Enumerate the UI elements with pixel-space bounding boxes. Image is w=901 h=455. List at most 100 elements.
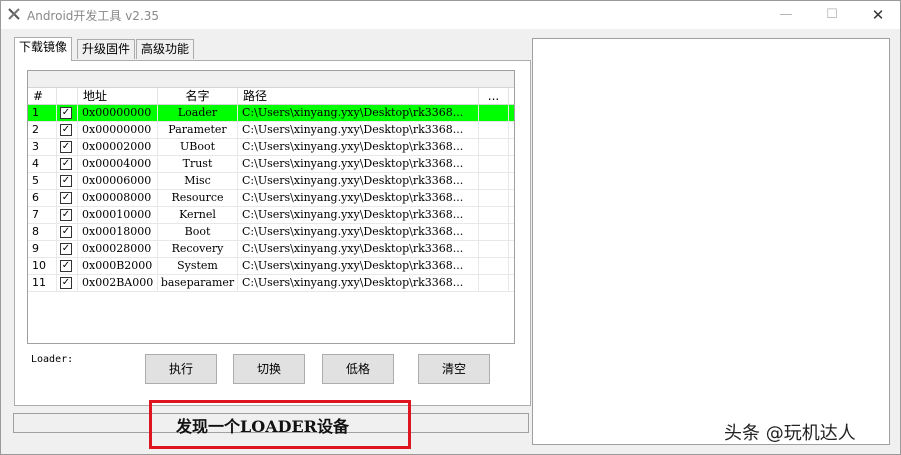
app-window: Android开发工具 v2.35 — ☐ ✕ 下载镜像 升级固件 高级功能 #… [0, 0, 901, 455]
row-checkbox-cell: ✓ [57, 156, 78, 172]
tab-upgrade-firmware[interactable]: 升级固件 [77, 39, 136, 59]
row-checkbox-cell: ✓ [57, 275, 78, 291]
row-index: 5 [28, 173, 57, 189]
row-path: C:\Users\xinyang.yxy\Desktop\rk3368... [238, 156, 479, 172]
row-address: 0x00018000 [78, 224, 158, 240]
row-index: 4 [28, 156, 57, 172]
table-row[interactable]: 4 ✓ 0x00004000 Trust C:\Users\xinyang.yxy\De… [28, 156, 514, 173]
row-path: C:\Users\xinyang.yxy\Desktop\rk3368... [238, 190, 479, 206]
table-row[interactable]: 10 ✓ 0x000B2000 System C:\Users\xinyang.yxy\… [28, 258, 514, 275]
table-row[interactable]: 11 ✓ 0x002BA000 baseparamer C:\Users\xinyang… [28, 275, 514, 292]
log-panel[interactable] [532, 38, 890, 445]
row-index: 7 [28, 207, 57, 223]
row-name: Parameter [158, 122, 238, 138]
row-checkbox-cell: ✓ [57, 122, 78, 138]
table-row[interactable]: 3 ✓ 0x00002000 UBoot C:\Users\xinyang.yxy\De… [28, 139, 514, 156]
row-more [479, 105, 509, 121]
row-checkbox[interactable]: ✓ [60, 141, 72, 153]
row-checkbox-cell: ✓ [57, 258, 78, 274]
row-path: C:\Users\xinyang.yxy\Desktop\rk3368... [238, 275, 479, 291]
row-path: C:\Users\xinyang.yxy\Desktop\rk3368... [238, 173, 479, 189]
row-checkbox[interactable]: ✓ [60, 175, 72, 187]
row-path: C:\Users\xinyang.yxy\Desktop\rk3368... [238, 139, 479, 155]
row-checkbox[interactable]: ✓ [60, 192, 72, 204]
row-name: Recovery [158, 241, 238, 257]
row-checkbox[interactable]: ✓ [60, 226, 72, 238]
row-address: 0x00006000 [78, 173, 158, 189]
column-header-check[interactable] [57, 88, 78, 105]
table-row[interactable]: 7 ✓ 0x00010000 Kernel C:\Users\xinyang.yxy\D… [28, 207, 514, 224]
table-row[interactable]: 5 ✓ 0x00006000 Misc C:\Users\xinyang.yxy\Des… [28, 173, 514, 190]
row-checkbox[interactable]: ✓ [60, 158, 72, 170]
row-address: 0x000B2000 [78, 258, 158, 274]
row-more [479, 122, 509, 138]
clear-button[interactable]: 清空 [418, 354, 490, 384]
table-row[interactable]: 2 ✓ 0x00000000 Parameter C:\Users\xinyang.yx… [28, 122, 514, 139]
tools-icon [8, 8, 20, 20]
watermark-text: 头条 @玩机达人 [724, 423, 856, 444]
row-more [479, 207, 509, 223]
row-checkbox-cell: ✓ [57, 207, 78, 223]
row-name: Trust [158, 156, 238, 172]
row-address: 0x00002000 [78, 139, 158, 155]
row-checkbox[interactable]: ✓ [60, 243, 72, 255]
minimize-button[interactable]: — [763, 1, 809, 29]
row-index: 1 [28, 105, 57, 121]
table-row[interactable]: 9 ✓ 0x00028000 Recovery C:\Users\xinyang.yxy… [28, 241, 514, 258]
row-path: C:\Users\xinyang.yxy\Desktop\rk3368... [238, 122, 479, 138]
row-path: C:\Users\xinyang.yxy\Desktop\rk3368... [238, 258, 479, 274]
tab-download-image[interactable]: 下载镜像 [14, 37, 73, 61]
loader-label: Loader: [31, 354, 74, 365]
row-path: C:\Users\xinyang.yxy\Desktop\rk3368... [238, 224, 479, 240]
tab-advanced[interactable]: 高级功能 [136, 39, 195, 59]
column-header-index[interactable]: # [28, 88, 57, 105]
maximize-button[interactable]: ☐ [809, 1, 855, 29]
table-row[interactable]: 1 ✓ 0x00000000 Loader C:\Users\xinyang.yxy\D… [28, 105, 514, 122]
row-path: C:\Users\xinyang.yxy\Desktop\rk3368... [238, 105, 479, 121]
status-message: 发现一个LOADER设备 [176, 417, 349, 436]
row-index: 10 [28, 258, 57, 274]
row-path: C:\Users\xinyang.yxy\Desktop\rk3368... [238, 241, 479, 257]
row-checkbox[interactable]: ✓ [60, 277, 72, 289]
row-checkbox-cell: ✓ [57, 224, 78, 240]
column-header-more[interactable]: ... [479, 88, 509, 105]
row-checkbox[interactable]: ✓ [60, 107, 72, 119]
row-address: 0x00000000 [78, 105, 158, 121]
row-more [479, 224, 509, 240]
row-index: 3 [28, 139, 57, 155]
switch-button[interactable]: 切换 [233, 354, 305, 384]
window-title: Android开发工具 v2.35 [27, 9, 160, 23]
column-header-name[interactable]: 名字 [158, 88, 238, 105]
list-header: # 地址 名字 路径 ... [28, 88, 514, 105]
row-index: 11 [28, 275, 57, 291]
row-name: baseparamer [158, 275, 238, 291]
table-row[interactable]: 6 ✓ 0x00008000 Resource C:\Users\xinyang.yxy… [28, 190, 514, 207]
row-more [479, 241, 509, 257]
row-path: C:\Users\xinyang.yxy\Desktop\rk3368... [238, 207, 479, 223]
row-checkbox[interactable]: ✓ [60, 209, 72, 221]
close-button[interactable]: ✕ [855, 1, 901, 29]
row-name: Loader [158, 105, 238, 121]
row-more [479, 275, 509, 291]
row-name: UBoot [158, 139, 238, 155]
column-header-address[interactable]: 地址 [78, 88, 158, 105]
row-checkbox-cell: ✓ [57, 173, 78, 189]
row-index: 9 [28, 241, 57, 257]
row-address: 0x002BA000 [78, 275, 158, 291]
row-address: 0x00004000 [78, 156, 158, 172]
row-name: Boot [158, 224, 238, 240]
table-row[interactable]: 8 ✓ 0x00018000 Boot C:\Users\xinyang.yxy\Des… [28, 224, 514, 241]
column-header-path[interactable]: 路径 [238, 88, 479, 105]
low-format-button[interactable]: 低格 [322, 354, 394, 384]
row-checkbox-cell: ✓ [57, 105, 78, 121]
title-bar: Android开发工具 v2.35 — ☐ ✕ [1, 1, 900, 29]
row-checkbox-cell: ✓ [57, 241, 78, 257]
row-more [479, 258, 509, 274]
partition-list[interactable]: # 地址 名字 路径 ... 1 ✓ 0x00000000 Loader C:\User… [27, 70, 515, 344]
run-button[interactable]: 执行 [145, 354, 217, 384]
row-address: 0x00008000 [78, 190, 158, 206]
row-more [479, 156, 509, 172]
row-checkbox[interactable]: ✓ [60, 260, 72, 272]
row-checkbox[interactable]: ✓ [60, 124, 72, 136]
row-address: 0x00028000 [78, 241, 158, 257]
